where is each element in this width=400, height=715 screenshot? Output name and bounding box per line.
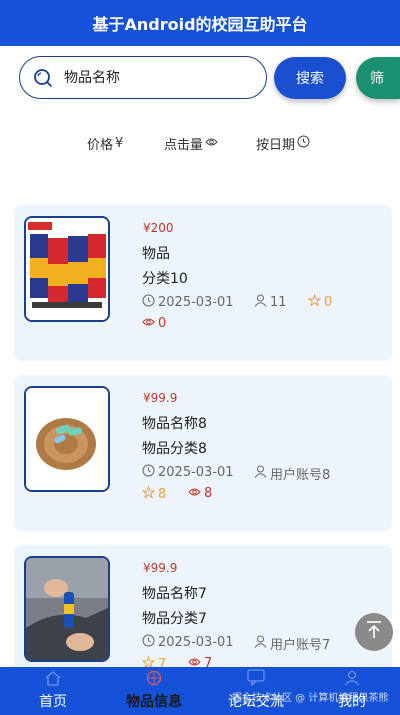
eye-icon: [142, 316, 155, 331]
clock-icon: [142, 464, 155, 481]
home-icon: [44, 670, 62, 690]
watermark-text: 掘金技术社区 @ 计算机编程果茶熊: [232, 693, 389, 704]
item-category: 物品分类7: [142, 611, 207, 627]
user-icon: [254, 635, 267, 652]
item-views: 0: [142, 316, 166, 331]
item-price: ¥99.9: [143, 391, 178, 405]
star-icon: [307, 293, 322, 311]
sort-bar: 价格 ¥ 点击量 按日期: [0, 134, 400, 158]
item-user: 用户账号8: [254, 464, 330, 483]
eye-icon: [188, 486, 201, 501]
item-stars-text: 8: [158, 487, 167, 502]
item-date-text: 2025-03-01: [158, 635, 234, 650]
tab-home-label: 首页: [39, 694, 67, 710]
search-button[interactable]: 搜索: [274, 57, 346, 99]
back-to-top-button[interactable]: [355, 613, 393, 651]
eye-icon: [205, 136, 218, 151]
sort-by-date[interactable]: 按日期: [256, 134, 310, 153]
item-stars-text: 0: [324, 295, 333, 310]
item-price: ¥99.9: [143, 561, 178, 575]
user-icon: [343, 670, 361, 690]
item-image: [24, 216, 110, 322]
item-image: [24, 556, 110, 662]
item-user-text: 用户账号7: [270, 638, 331, 653]
sort-clicks-label: 点击量: [164, 138, 204, 153]
tab-items-label: 物品信息: [126, 694, 182, 710]
tab-items[interactable]: 物品信息: [114, 667, 194, 715]
clock-icon: [142, 294, 155, 311]
search-bar: 搜索 筛: [0, 56, 400, 100]
list-item[interactable]: ¥99.9 物品名称8 物品分类8 2025-03-01 用户账号8 8 8: [14, 375, 392, 531]
star-icon: [141, 485, 156, 503]
search-input[interactable]: [64, 69, 244, 86]
list-item[interactable]: ¥200 物品 分类10 2025-03-01 11 0 0: [14, 205, 392, 361]
yen-icon: ¥: [115, 136, 124, 151]
item-date: 2025-03-01: [142, 464, 234, 481]
item-category: 分类10: [142, 271, 188, 287]
item-name: 物品名称8: [142, 416, 207, 432]
arrow-up-icon: [365, 620, 383, 644]
clock-icon: [142, 634, 155, 651]
item-date: 2025-03-01: [142, 634, 234, 651]
item-price: ¥200: [143, 221, 174, 235]
item-date-text: 2025-03-01: [158, 465, 234, 480]
item-stars: 0: [307, 293, 333, 311]
item-views-text: 0: [158, 316, 167, 331]
page-title: 基于Android的校园互助平台: [92, 15, 308, 34]
item-user: 11: [254, 294, 287, 311]
item-user-text: 11: [270, 295, 287, 310]
sort-by-price[interactable]: 价格 ¥: [87, 134, 123, 153]
sort-by-clicks[interactable]: 点击量: [164, 134, 218, 153]
item-stars: 8: [141, 485, 167, 503]
item-name: 物品名称7: [142, 586, 207, 602]
app-header: 基于Android的校园互助平台: [0, 0, 400, 46]
item-views: 8: [188, 486, 212, 501]
item-views-text: 8: [204, 486, 213, 501]
user-icon: [254, 465, 267, 482]
search-box[interactable]: [19, 56, 267, 99]
item-user: 用户账号7: [254, 634, 330, 653]
item-name: 物品: [142, 246, 170, 262]
sort-price-label: 价格: [87, 138, 114, 153]
user-icon: [254, 294, 267, 311]
filter-button[interactable]: 筛: [356, 57, 400, 99]
item-date-text: 2025-03-01: [158, 295, 234, 310]
search-icon: [32, 67, 54, 89]
item-category: 物品分类8: [142, 441, 207, 457]
item-user-text: 用户账号8: [270, 468, 331, 483]
chat-icon: [246, 668, 266, 690]
item-image: [24, 386, 110, 492]
clock-icon: [297, 135, 310, 152]
tab-home[interactable]: 首页: [18, 667, 88, 715]
grid-icon: [145, 670, 163, 690]
sort-date-label: 按日期: [256, 138, 296, 153]
item-date: 2025-03-01: [142, 294, 234, 311]
